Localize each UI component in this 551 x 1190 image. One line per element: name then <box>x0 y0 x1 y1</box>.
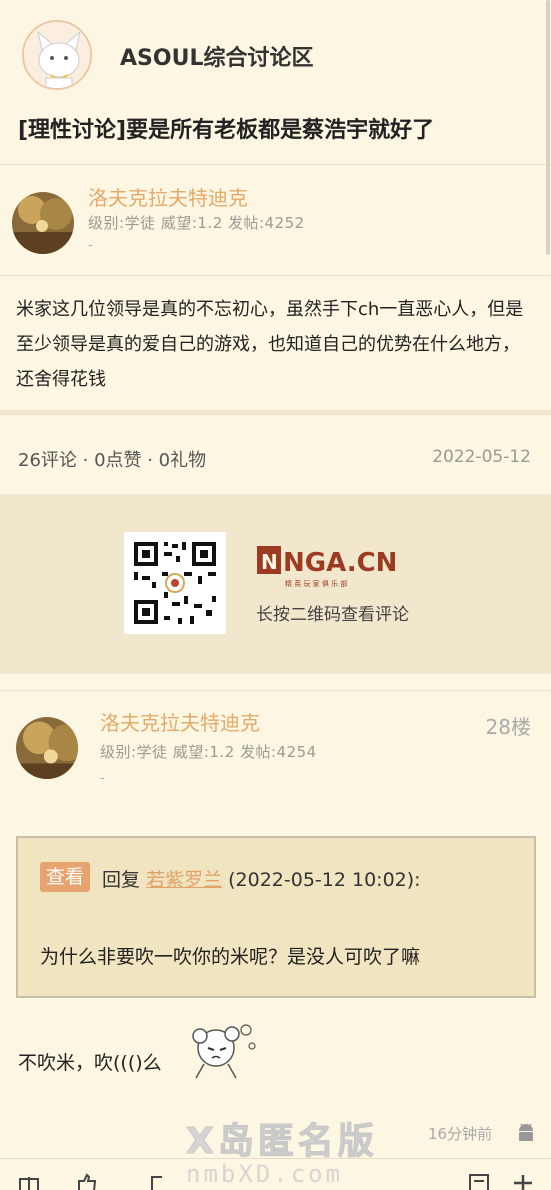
quote-box: 查看 回复 若紫罗兰 (2022-05-12 10:02): 为什么非要吹一吹你… <box>16 836 536 998</box>
thumbs-up-icon[interactable] <box>76 1173 98 1190</box>
forum-name[interactable]: ASOUL综合讨论区 <box>120 40 313 72</box>
cat-mascot-icon <box>24 22 90 88</box>
reply-avatar[interactable] <box>16 717 78 779</box>
op-author-meta: 级别:学徒 威望:1.2 发帖:4252 <box>88 214 305 232</box>
view-tag-button[interactable]: 查看 <box>40 862 91 892</box>
reply-time-ago: 16分钟前 <box>428 1125 493 1143</box>
nga-logo-text: NGA.CN <box>283 548 397 578</box>
svg-text:N: N <box>261 550 278 574</box>
quote-user-link[interactable]: 若紫罗兰 <box>146 869 222 891</box>
edit-icon[interactable] <box>148 1173 170 1190</box>
reply-author-dash: - <box>100 771 105 786</box>
quote-prefix: 回复 <box>102 869 141 891</box>
post-body: 米家这几位领导是真的不忘初心，虽然手下ch一直恶心人，但是至少领导是真的爱自己的… <box>16 299 524 390</box>
plus-icon[interactable] <box>512 1173 534 1190</box>
list-icon[interactable] <box>468 1173 490 1190</box>
reply-author-name[interactable]: 洛夫克拉夫特迪克 <box>100 707 260 736</box>
watermark-url: nmbXD.com <box>186 1160 344 1188</box>
nga-logo-sub: 精 英 玩 家 俱 乐 部 <box>285 579 347 588</box>
post-date: 2022-05-12 <box>432 447 531 467</box>
avatar-image-icon <box>12 192 74 254</box>
quote-text: 为什么非要吹一吹你的米呢？是没人可吹了嘛 <box>40 946 421 968</box>
reply-text: 不吹米，吹((()么 <box>18 1052 162 1074</box>
nga-logo-icon: N NGA.CN 精 英 玩 家 俱 乐 部 <box>257 546 397 588</box>
header: ASOUL综合讨论区 [理性讨论]要是所有老板都是蔡浩宇就好了 <box>0 0 551 165</box>
qr-hint: 长按二维码查看评论 <box>256 605 409 625</box>
quote-header: 回复 若紫罗兰 (2022-05-12 10:02): <box>102 865 421 892</box>
qr-code[interactable] <box>124 532 226 634</box>
sticker-icon <box>192 1024 256 1079</box>
forum-avatar[interactable] <box>22 20 92 90</box>
thread-title: [理性讨论]要是所有老板都是蔡浩宇就好了 <box>18 118 435 143</box>
qr-section: N NGA.CN 精 英 玩 家 俱 乐 部 长按二维码查看评论 <box>0 494 551 674</box>
gift-icon[interactable] <box>18 1173 40 1190</box>
reply-author-block: 洛夫克拉夫特迪克 28楼 级别:学徒 威望:1.2 发帖:4254 - <box>0 690 551 810</box>
divider <box>0 410 551 415</box>
reply-floor: 28楼 <box>485 715 531 739</box>
op-author-dash: - <box>88 238 93 253</box>
quote-time: (2022-05-12 10:02): <box>228 869 421 891</box>
reply-author-meta: 级别:学徒 威望:1.2 发帖:4254 <box>100 743 317 761</box>
qr-code-icon <box>124 532 226 634</box>
op-avatar[interactable] <box>12 192 74 254</box>
post-stats: 26评论 · 0点赞 · 0礼物 <box>18 450 207 471</box>
avatar-image-icon <box>16 717 78 779</box>
op-author-block: 洛夫克拉夫特迪克 级别:学徒 威望:1.2 发帖:4252 - <box>0 166 551 276</box>
op-author-name[interactable]: 洛夫克拉夫特迪克 <box>88 182 248 211</box>
watermark: X岛匿名版 <box>186 1121 378 1163</box>
android-icon <box>519 1123 533 1141</box>
